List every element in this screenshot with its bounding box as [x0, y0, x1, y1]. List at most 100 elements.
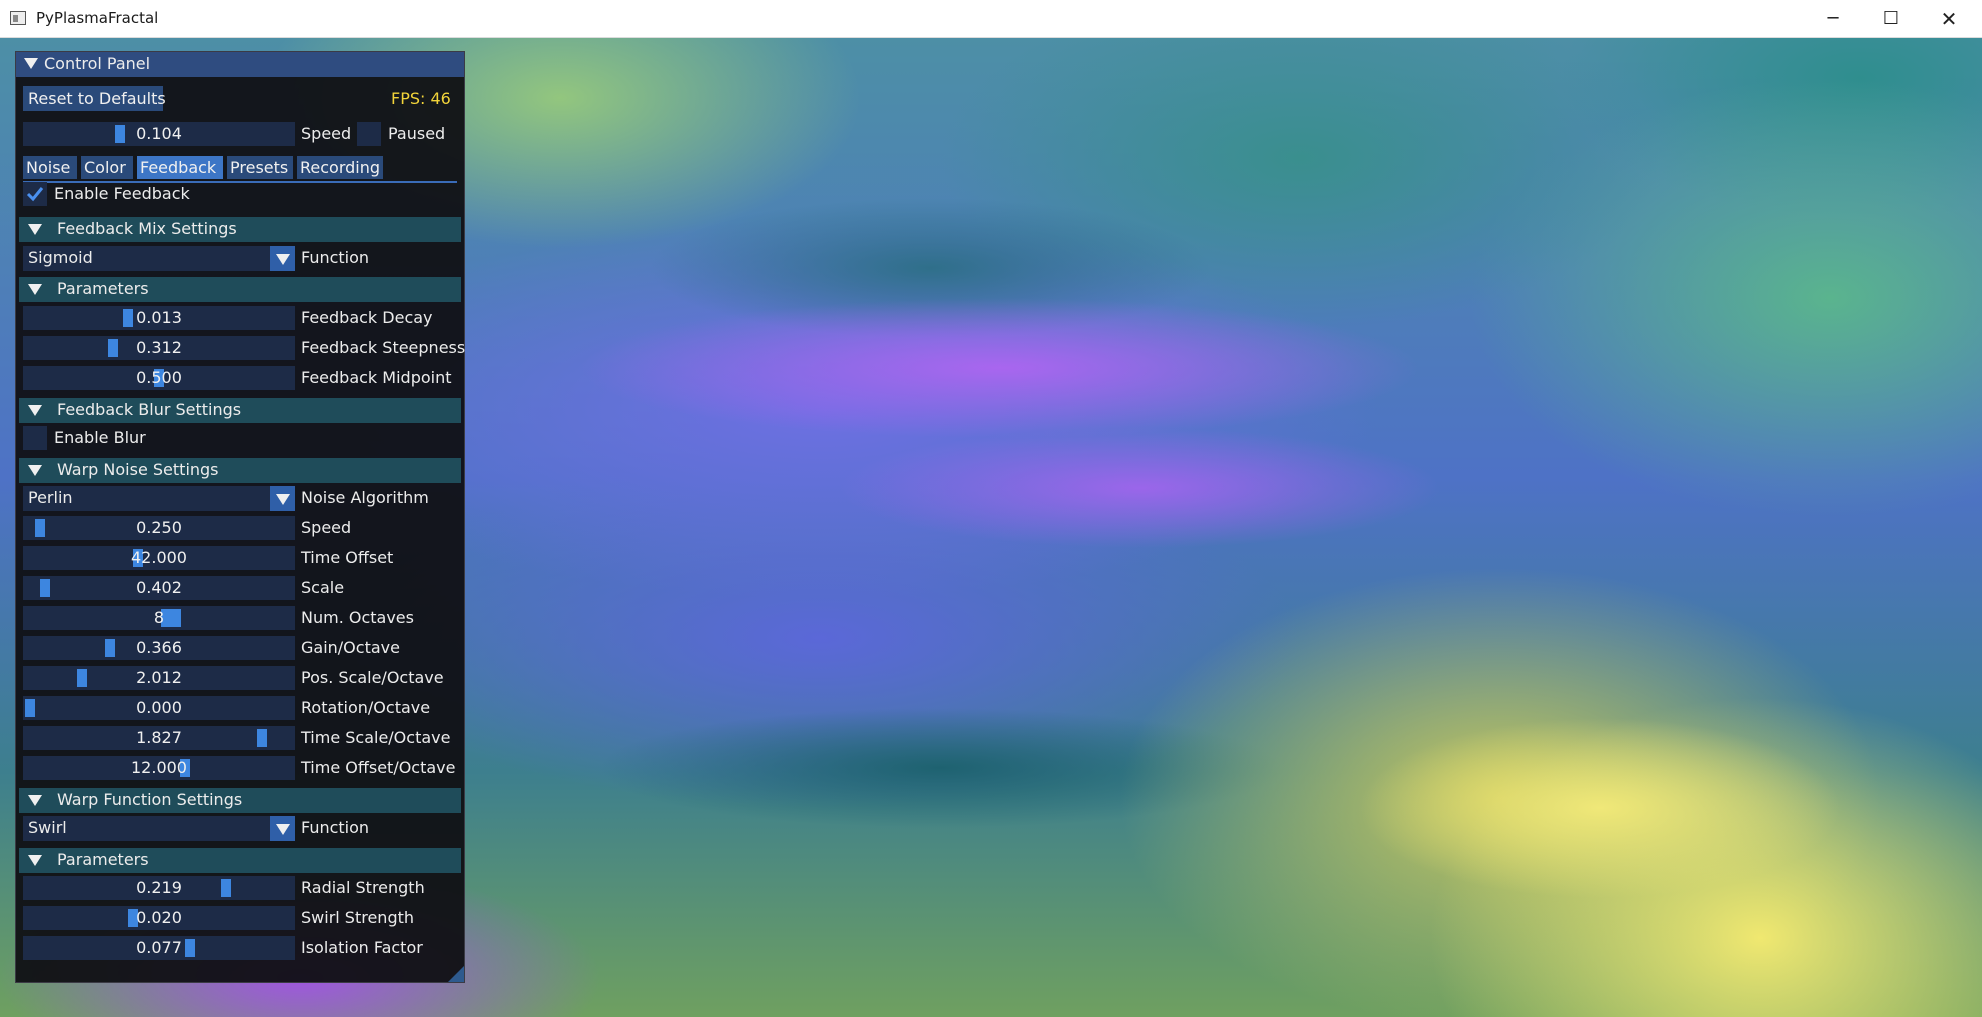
warp-function-label: Function: [301, 818, 370, 837]
resize-grip-icon[interactable]: [448, 966, 464, 982]
radial-strength-label: Radial Strength: [301, 878, 425, 897]
isolation-factor-label: Isolation Factor: [301, 938, 423, 957]
noise-algorithm-label: Noise Algorithm: [301, 488, 429, 507]
slider-value: 0.077: [136, 938, 182, 957]
slider-value: 2.012: [136, 668, 182, 687]
isolation-factor-slider[interactable]: 0.077: [23, 936, 295, 960]
time-offset-octave-label: Time Offset/Octave: [301, 758, 456, 777]
collapse-arrow-icon: [28, 224, 42, 235]
collapse-arrow-icon: [28, 795, 42, 806]
warp-function-section-header[interactable]: Warp Function Settings: [19, 788, 461, 813]
slider-value: 0.250: [136, 518, 182, 537]
num-octaves-label: Num. Octaves: [301, 608, 414, 627]
maximize-button[interactable]: ☐: [1862, 0, 1920, 37]
reset-to-defaults-button[interactable]: Reset to Defaults: [23, 86, 166, 111]
tab-feedback[interactable]: Feedback: [137, 156, 223, 179]
speed-label: Speed: [301, 124, 352, 143]
section-title: Warp Noise Settings: [57, 460, 219, 479]
slider-value: 1.827: [136, 728, 182, 747]
enable-blur-checkbox[interactable]: [23, 426, 47, 450]
dropdown-arrow-icon[interactable]: [270, 486, 295, 511]
slider-value: 0.500: [136, 368, 182, 387]
slider-value: 0.219: [136, 878, 182, 897]
dropdown-arrow-icon[interactable]: [270, 246, 295, 271]
time-scale-octave-slider[interactable]: 1.827: [23, 726, 295, 750]
gain-octave-label: Gain/Octave: [301, 638, 400, 657]
dropdown-arrow-icon[interactable]: [270, 816, 295, 841]
window-title: PyPlasmaFractal: [36, 9, 159, 27]
fps-counter: FPS: 46: [391, 89, 451, 108]
feedback-function-dropdown[interactable]: Sigmoid: [23, 246, 295, 271]
noise-algorithm-dropdown[interactable]: Perlin: [23, 486, 295, 511]
dropdown-value: Swirl: [28, 818, 67, 837]
slider-value: 0.020: [136, 908, 182, 927]
feedback-decay-slider[interactable]: 0.013: [23, 306, 295, 330]
slider-value: 0.312: [136, 338, 182, 357]
swirl-strength-slider[interactable]: 0.020: [23, 906, 295, 930]
close-button[interactable]: ✕: [1920, 0, 1978, 37]
section-title: Parameters: [57, 850, 149, 869]
enable-feedback-checkbox[interactable]: [23, 182, 47, 206]
speed-slider[interactable]: 0.104: [23, 122, 295, 146]
slider-value: 8: [153, 608, 165, 627]
tab-bar: Noise Color Feedback Presets Recording: [23, 155, 457, 183]
feedback-decay-label: Feedback Decay: [301, 308, 433, 327]
feedback-midpoint-label: Feedback Midpoint: [301, 368, 452, 387]
control-panel-title: Control Panel: [44, 54, 151, 73]
enable-feedback-label: Enable Feedback: [54, 184, 190, 203]
warp-parameters-section-header[interactable]: Parameters: [19, 848, 461, 873]
collapse-arrow-icon[interactable]: [24, 58, 38, 69]
section-title: Feedback Mix Settings: [57, 219, 237, 238]
slider-value: 42.000: [131, 548, 187, 567]
enable-blur-label: Enable Blur: [54, 428, 146, 447]
paused-checkbox[interactable]: [357, 122, 381, 146]
dropdown-value: Sigmoid: [28, 248, 93, 267]
tab-noise[interactable]: Noise: [23, 156, 77, 179]
tab-color[interactable]: Color: [81, 156, 133, 179]
minimize-button[interactable]: ─: [1804, 0, 1862, 37]
num-octaves-slider[interactable]: 8: [23, 606, 295, 630]
pos-scale-octave-label: Pos. Scale/Octave: [301, 668, 444, 687]
checkmark-icon: [26, 187, 44, 202]
warp-noise-section-header[interactable]: Warp Noise Settings: [19, 458, 461, 483]
feedback-midpoint-slider[interactable]: 0.500: [23, 366, 295, 390]
tab-presets[interactable]: Presets: [227, 156, 293, 179]
function-label: Function: [301, 248, 370, 267]
control-panel-header[interactable]: Control Panel: [16, 52, 464, 77]
feedback-blur-section-header[interactable]: Feedback Blur Settings: [19, 398, 461, 423]
control-panel: Control Panel Reset to Defaults FPS: 46 …: [15, 51, 465, 983]
title-bar: PyPlasmaFractal ─ ☐ ✕: [0, 0, 1982, 38]
slider-value: 0.000: [136, 698, 182, 717]
feedback-steepness-label: Feedback Steepness: [301, 338, 466, 357]
warp-function-dropdown[interactable]: Swirl: [23, 816, 295, 841]
slider-value: 0.013: [136, 308, 182, 327]
radial-strength-slider[interactable]: 0.219: [23, 876, 295, 900]
slider-value: 0.366: [136, 638, 182, 657]
slider-value: 0.104: [136, 124, 182, 143]
rotation-octave-slider[interactable]: 0.000: [23, 696, 295, 720]
feedback-steepness-slider[interactable]: 0.312: [23, 336, 295, 360]
section-title: Parameters: [57, 279, 149, 298]
time-offset-slider[interactable]: 42.000: [23, 546, 295, 570]
pos-scale-octave-slider[interactable]: 2.012: [23, 666, 295, 690]
app-icon: [10, 11, 26, 25]
tab-recording[interactable]: Recording: [297, 156, 383, 179]
scale-slider[interactable]: 0.402: [23, 576, 295, 600]
paused-label: Paused: [388, 124, 446, 143]
collapse-arrow-icon: [28, 284, 42, 295]
rotation-octave-label: Rotation/Octave: [301, 698, 431, 717]
time-offset-label: Time Offset: [301, 548, 394, 567]
collapse-arrow-icon: [28, 465, 42, 476]
feedback-mix-section-header[interactable]: Feedback Mix Settings: [19, 217, 461, 242]
warp-speed-label: Speed: [301, 518, 352, 537]
dropdown-value: Perlin: [28, 488, 73, 507]
gain-octave-slider[interactable]: 0.366: [23, 636, 295, 660]
collapse-arrow-icon: [28, 855, 42, 866]
collapse-arrow-icon: [28, 405, 42, 416]
feedback-parameters-section-header[interactable]: Parameters: [19, 277, 461, 302]
time-offset-octave-slider[interactable]: 12.000: [23, 756, 295, 780]
section-title: Feedback Blur Settings: [57, 400, 242, 419]
warp-speed-slider[interactable]: 0.250: [23, 516, 295, 540]
scale-label: Scale: [301, 578, 345, 597]
slider-value: 12.000: [131, 758, 187, 777]
